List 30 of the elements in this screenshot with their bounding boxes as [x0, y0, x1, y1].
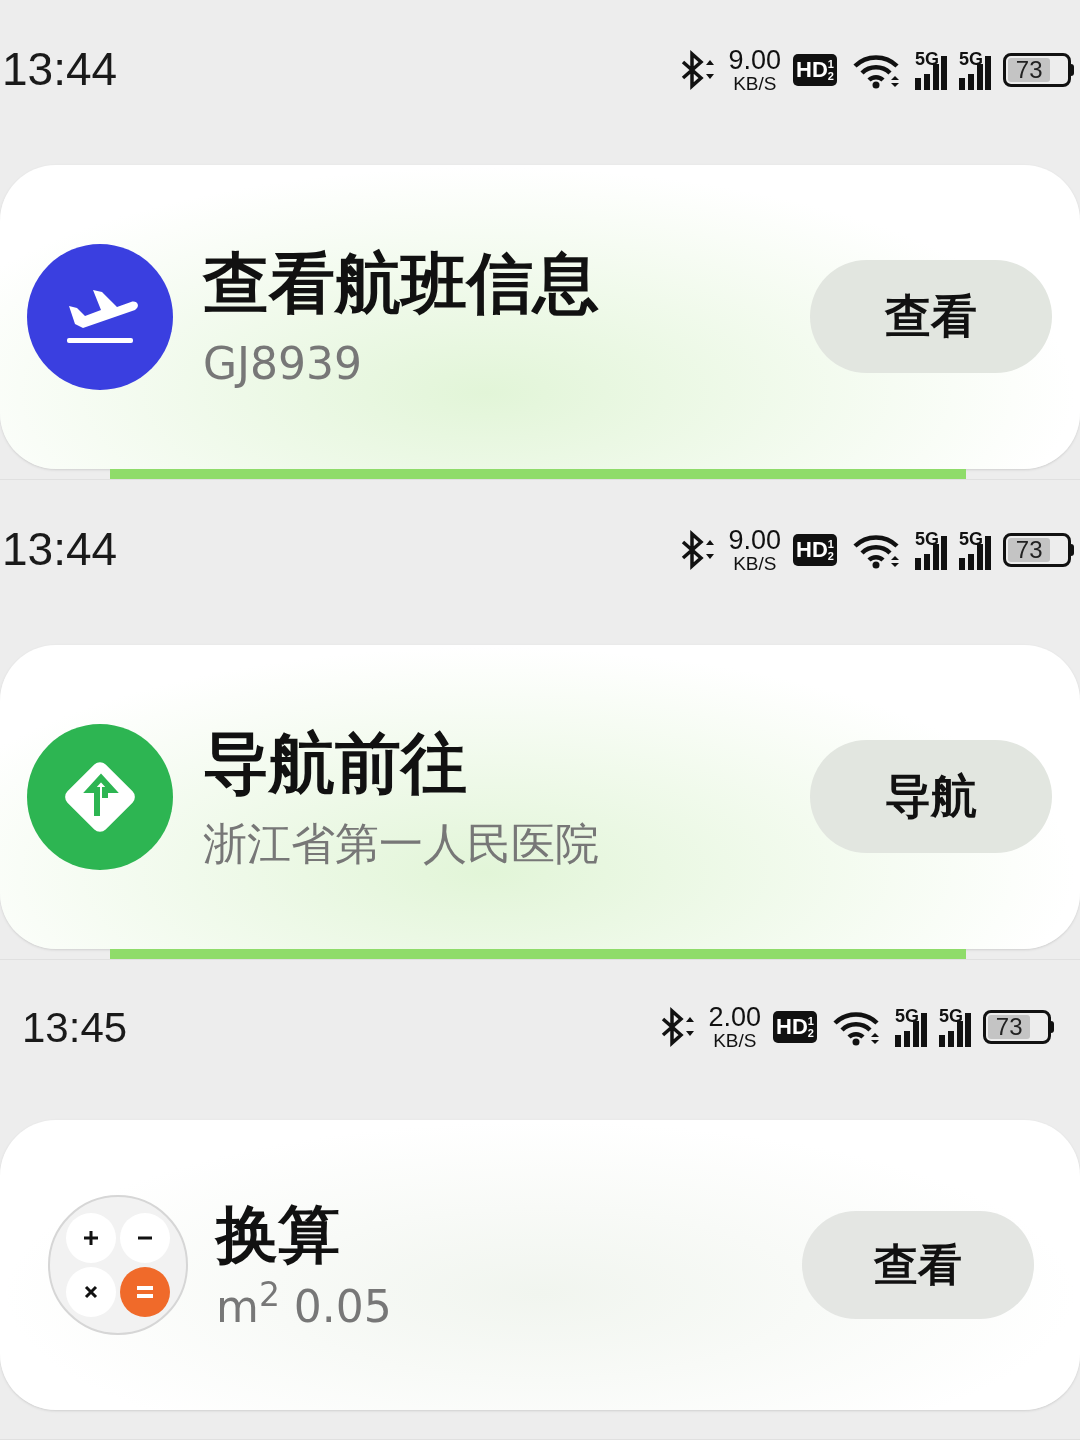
calculator-icon — [48, 1195, 188, 1335]
action-button[interactable]: 查看 — [810, 260, 1052, 374]
network-speed: 2.00 — [708, 1004, 762, 1031]
clock-time: 13:44 — [2, 42, 118, 98]
network-speed: 9.00 — [728, 526, 782, 554]
speed-unit: KB/S — [713, 1031, 757, 1050]
battery-indicator: 73 — [1003, 52, 1074, 87]
network-type: 5G — [939, 1007, 963, 1025]
clock-time: 13:44 — [2, 522, 118, 578]
speed-unit: KB/S — [733, 553, 777, 573]
network-speed: 9.00 — [728, 46, 782, 74]
card-title: 换算 — [216, 1196, 341, 1273]
network-type: 5G — [959, 529, 983, 548]
action-button[interactable]: 导航 — [810, 740, 1052, 854]
airplane-icon — [27, 243, 173, 390]
card-subtitle: 浙江省第一人民医院 — [203, 816, 599, 871]
card-title: 查看航班信息 — [203, 244, 599, 325]
network-type: 5G — [914, 529, 939, 548]
network-type: 5G — [959, 49, 983, 68]
action-button[interactable]: 查看 — [802, 1211, 1034, 1319]
battery-indicator: 73 — [983, 1010, 1054, 1044]
battery-indicator: 73 — [1003, 532, 1074, 567]
navigation-icon — [27, 723, 173, 870]
clock-time: 13:45 — [22, 1002, 128, 1053]
card-title: 导航前往 — [203, 724, 468, 805]
card-subtitle: GJ8939 — [203, 336, 364, 391]
network-type: 5G — [914, 49, 939, 68]
card-subtitle: m$^{2}$ 0.05 — [216, 1279, 392, 1335]
speed-unit: KB/S — [733, 73, 777, 93]
network-type: 5G — [894, 1007, 919, 1025]
